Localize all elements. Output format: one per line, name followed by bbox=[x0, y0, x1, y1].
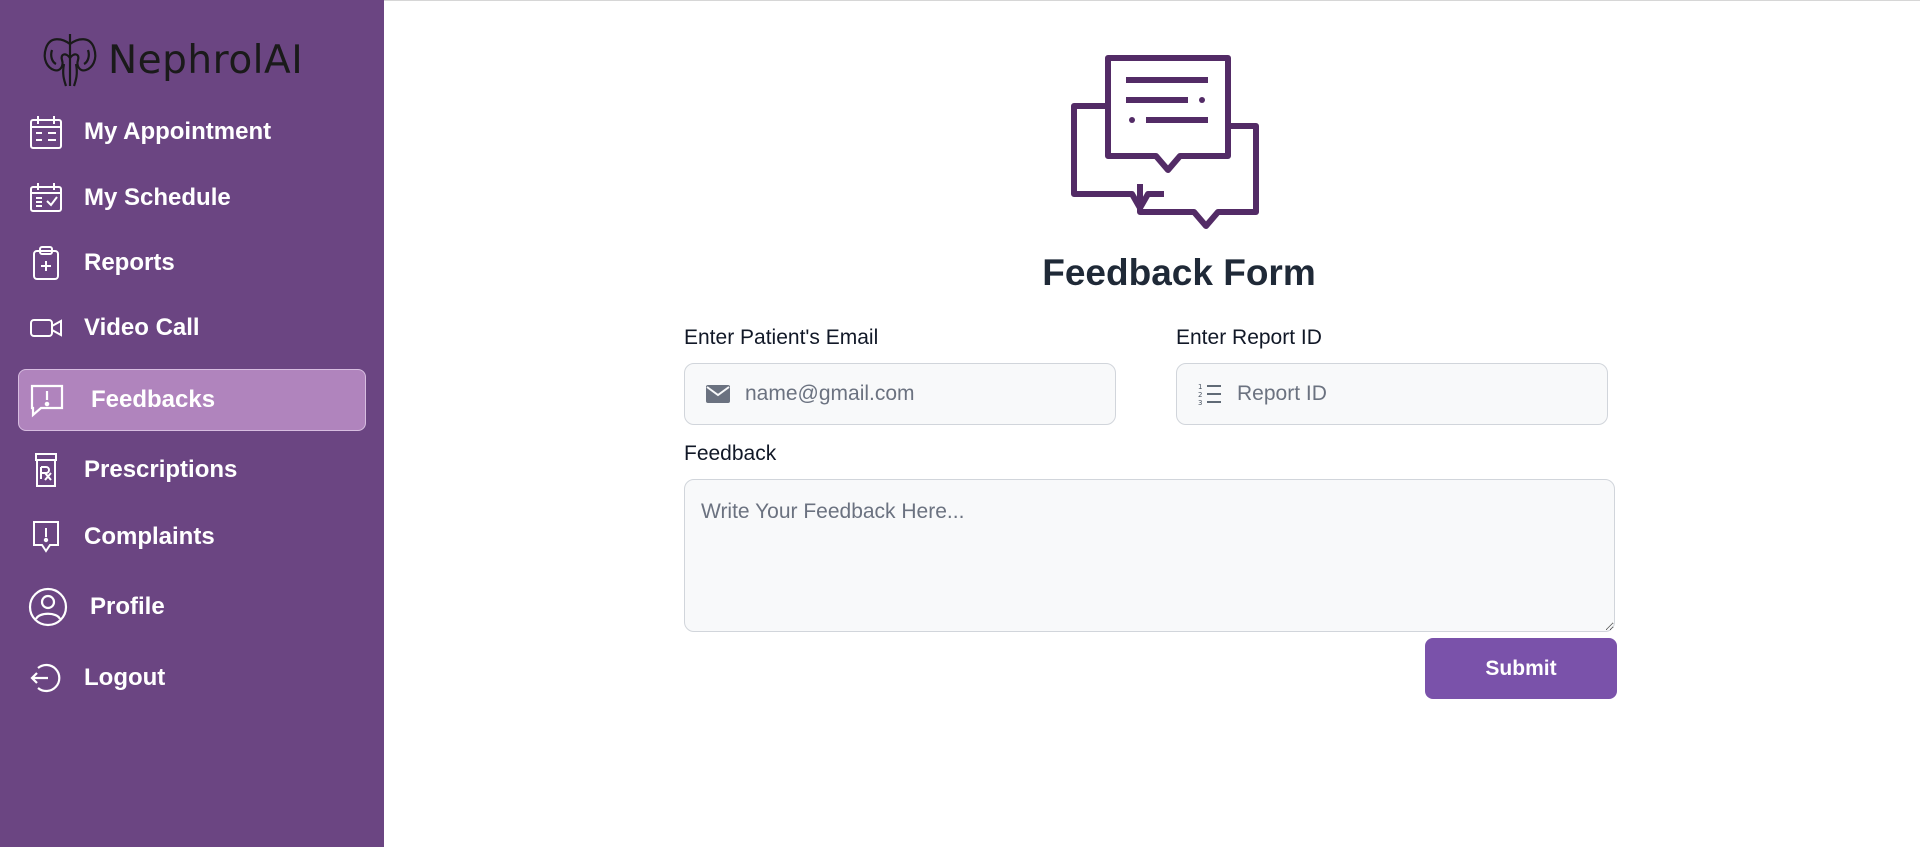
sidebar-item-my-appointment[interactable]: My Appointment bbox=[18, 101, 366, 163]
feedback-label: Feedback bbox=[684, 442, 777, 465]
report-id-input[interactable] bbox=[1237, 364, 1595, 424]
schedule-icon bbox=[30, 183, 62, 212]
submit-button[interactable]: Submit bbox=[1425, 638, 1617, 699]
complaint-icon bbox=[33, 521, 59, 553]
sidebar-item-label: My Schedule bbox=[84, 184, 231, 211]
top-divider bbox=[384, 0, 1920, 1]
sidebar-item-label: My Appointment bbox=[84, 118, 272, 145]
sidebar-item-label: Complaints bbox=[84, 523, 215, 550]
sidebar: NephrolAI My Appointment My Schedule Rep… bbox=[0, 0, 384, 847]
logout-icon bbox=[30, 663, 61, 693]
user-circle-icon bbox=[28, 587, 68, 627]
email-label: Enter Patient's Email bbox=[684, 326, 879, 349]
sidebar-item-label: Logout bbox=[84, 664, 166, 691]
sidebar-item-label: Feedbacks bbox=[91, 386, 216, 413]
app-name: NephrolAI bbox=[108, 37, 304, 83]
sidebar-item-prescriptions[interactable]: Prescriptions bbox=[18, 439, 366, 501]
feedback-textarea[interactable] bbox=[684, 479, 1615, 632]
sidebar-item-label: Reports bbox=[84, 249, 175, 276]
report-id-field[interactable]: 1 2 3 bbox=[1176, 363, 1608, 425]
report-id-label: Enter Report ID bbox=[1176, 326, 1322, 349]
app-logo[interactable]: NephrolAI bbox=[40, 30, 303, 90]
kidney-logo-icon bbox=[43, 34, 97, 87]
page-title: Feedback Form bbox=[1042, 252, 1316, 293]
email-input[interactable] bbox=[745, 364, 1103, 424]
envelope-icon bbox=[706, 385, 730, 403]
sidebar-item-complaints[interactable]: Complaints bbox=[18, 506, 366, 568]
sidebar-item-label: Video Call bbox=[84, 314, 200, 341]
svg-text:2: 2 bbox=[1198, 391, 1202, 399]
svg-text:3: 3 bbox=[1198, 399, 1202, 407]
feedback-chat-icon bbox=[1071, 55, 1259, 229]
sidebar-item-profile[interactable]: Profile bbox=[18, 576, 366, 638]
video-camera-icon bbox=[30, 319, 62, 337]
sidebar-item-feedbacks[interactable]: Feedbacks bbox=[18, 369, 366, 431]
svg-text:1: 1 bbox=[1198, 383, 1202, 391]
sidebar-item-logout[interactable]: Logout bbox=[18, 647, 366, 709]
chat-alert-icon bbox=[30, 384, 64, 418]
sidebar-item-my-schedule[interactable]: My Schedule bbox=[18, 167, 366, 229]
numbered-list-icon: 1 2 3 bbox=[1198, 383, 1221, 407]
prescription-bottle-icon bbox=[35, 453, 57, 487]
sidebar-item-reports[interactable]: Reports bbox=[18, 232, 366, 294]
sidebar-item-video-call[interactable]: Video Call bbox=[18, 297, 366, 359]
clipboard-plus-icon bbox=[33, 246, 59, 280]
email-field[interactable] bbox=[684, 363, 1116, 425]
sidebar-item-label: Profile bbox=[90, 593, 165, 620]
sidebar-item-label: Prescriptions bbox=[84, 456, 238, 483]
calendar-icon bbox=[30, 116, 62, 149]
